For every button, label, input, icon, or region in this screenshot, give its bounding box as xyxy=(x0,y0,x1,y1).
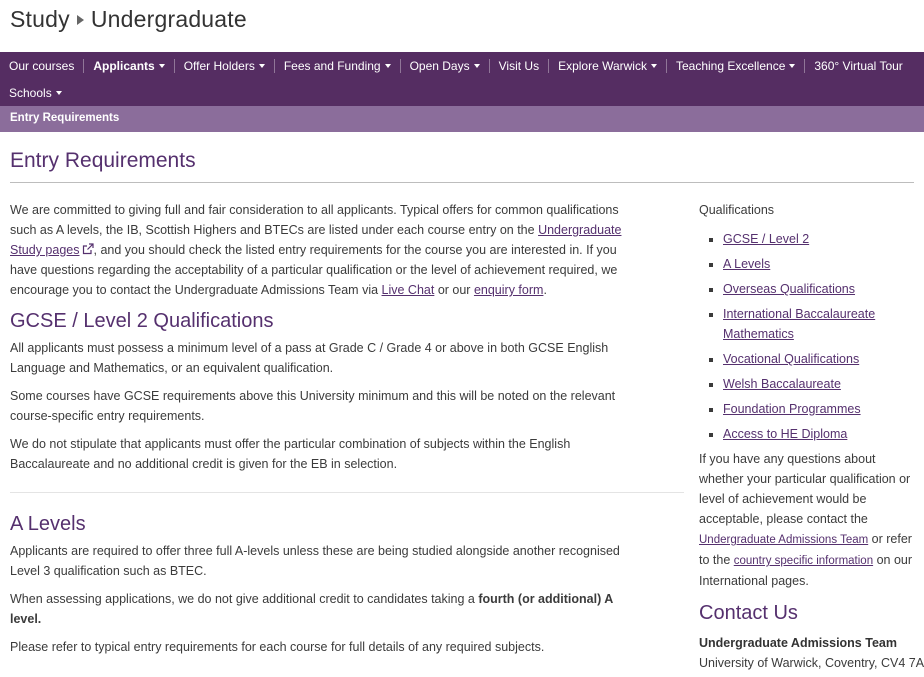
sidebar-heading: Qualifications xyxy=(699,203,775,217)
qualification-link-access-to-he-diploma[interactable]: Access to HE Diploma xyxy=(723,427,847,441)
title-divider xyxy=(10,182,914,183)
breadcrumb-undergraduate[interactable]: Undergraduate xyxy=(91,6,247,32)
nav-item-our-courses[interactable]: Our courses xyxy=(0,59,83,73)
qualification-link-a-levels[interactable]: A Levels xyxy=(723,257,770,271)
nav-item-teaching-excellence[interactable]: Teaching Excellence xyxy=(665,58,804,73)
qualification-link-international-baccalaureate-mathematics[interactable]: International Baccalaureate Mathematics xyxy=(723,307,875,341)
nav-item-explore-warwick[interactable]: Explore Warwick xyxy=(548,58,666,73)
caret-down-icon xyxy=(650,63,657,68)
breadcrumb-arrow-icon xyxy=(76,14,84,25)
sidebar: Qualifications GCSE / Level 2 A Levels Ove… xyxy=(699,200,924,673)
a-levels-text: When assessing applications, we do not g… xyxy=(10,592,479,606)
qualification-list-item: Vocational Qualifications xyxy=(723,349,915,369)
intro-text: or our xyxy=(434,283,474,297)
nav-item-label: Our courses xyxy=(9,58,75,73)
intro-text: We are committed to giving full and fair… xyxy=(10,203,619,237)
qualification-list-item: Foundation Programmes xyxy=(723,399,915,419)
nav-item-label: Explore Warwick xyxy=(558,58,647,73)
nav-item-label: Open Days xyxy=(409,58,470,73)
a-levels-heading: A Levels xyxy=(10,513,86,535)
gcse-paragraph: All applicants must possess a minimum le… xyxy=(10,341,609,375)
qualification-list-item: GCSE / Level 2 xyxy=(723,229,915,249)
qualification-link-gcse-level-2[interactable]: GCSE / Level 2 xyxy=(723,232,809,246)
nav-item-label: Visit Us xyxy=(498,58,540,73)
subnav-item-entry-requirements[interactable]: Entry Requirements xyxy=(10,112,119,124)
contact-team-name: Undergraduate Admissions Team xyxy=(699,636,897,650)
gcse-heading: GCSE / Level 2 Qualifications xyxy=(10,310,274,332)
intro-paragraph: We are committed to giving full and fair… xyxy=(10,200,630,300)
qualification-link-overseas-qualifications[interactable]: Overseas Qualifications xyxy=(723,282,855,296)
caret-down-icon xyxy=(384,63,391,68)
breadcrumb: Study Undergraduate xyxy=(10,6,247,33)
main-navigation: Our courses Applicants Offer Holders Fees a… xyxy=(0,52,924,106)
page-title: Entry Requirements xyxy=(10,149,196,172)
gcse-paragraph: We do not stipulate that applicants must… xyxy=(10,437,571,471)
a-levels-paragraph: When assessing applications, we do not g… xyxy=(10,589,630,629)
qualification-list-item: Overseas Qualifications xyxy=(723,279,915,299)
main-content: We are committed to giving full and fair… xyxy=(10,200,684,665)
nav-row-secondary: Schools xyxy=(0,79,71,106)
qualification-link-foundation-programmes[interactable]: Foundation Programmes xyxy=(723,402,861,416)
nav-item-360-virtual-tour[interactable]: 360° Virtual Tour xyxy=(804,58,911,73)
qualifications-list: GCSE / Level 2 A Levels Overseas Qualifica… xyxy=(699,229,915,444)
caret-down-icon xyxy=(158,63,165,68)
section-subnav: Entry Requirements xyxy=(0,106,924,132)
nav-item-offer-holders[interactable]: Offer Holders xyxy=(173,58,274,73)
a-levels-paragraph: Please refer to typical entry requiremen… xyxy=(10,640,545,654)
nav-item-open-days[interactable]: Open Days xyxy=(399,58,489,73)
qualification-list-item: Access to HE Diploma xyxy=(723,424,915,444)
sidebar-note-text: If you have any questions about whether … xyxy=(699,452,911,526)
nav-item-label: Fees and Funding xyxy=(283,58,381,73)
a-levels-paragraph: Applicants are required to offer three f… xyxy=(10,544,620,578)
nav-row-primary: Our courses Applicants Offer Holders Fees a… xyxy=(0,52,912,79)
nav-item-label: Teaching Excellence xyxy=(675,58,786,73)
caret-down-icon xyxy=(789,63,796,68)
caret-down-icon xyxy=(258,63,265,68)
country-specific-information-link[interactable]: country specific information xyxy=(734,555,873,567)
caret-down-icon xyxy=(473,63,480,68)
sidebar-note: If you have any questions about whether … xyxy=(699,449,915,591)
caret-down-icon xyxy=(55,90,62,95)
enquiry-form-link[interactable]: enquiry form xyxy=(474,283,543,297)
section-divider xyxy=(10,492,684,493)
qualification-list-item: A Levels xyxy=(723,254,915,274)
live-chat-link[interactable]: Live Chat xyxy=(382,283,435,297)
external-link-icon xyxy=(82,243,94,255)
qualification-list-item: Welsh Baccalaureate xyxy=(723,374,915,394)
contact-address: University of Warwick, Coventry, CV4 7AL xyxy=(699,656,924,670)
contact-heading: Contact Us xyxy=(699,602,798,624)
qualification-link-welsh-baccalaureate[interactable]: Welsh Baccalaureate xyxy=(723,377,841,391)
nav-item-schools[interactable]: Schools xyxy=(0,86,71,100)
qualification-list-item: International Baccalaureate Mathematics xyxy=(723,304,915,344)
site-header: Study Undergraduate xyxy=(0,0,924,52)
nav-item-label: Applicants xyxy=(93,58,155,73)
qualification-link-vocational-qualifications[interactable]: Vocational Qualifications xyxy=(723,352,859,366)
intro-text: . xyxy=(543,283,547,297)
nav-item-label: Schools xyxy=(9,85,52,100)
nav-item-label: Offer Holders xyxy=(183,58,255,73)
nav-item-fees-and-funding[interactable]: Fees and Funding xyxy=(273,58,400,73)
breadcrumb-study[interactable]: Study xyxy=(10,6,70,32)
nav-item-applicants[interactable]: Applicants xyxy=(83,58,173,73)
nav-item-label: 360° Virtual Tour xyxy=(814,58,903,73)
gcse-paragraph: Some courses have GCSE requirements abov… xyxy=(10,389,616,423)
admissions-team-link[interactable]: Undergraduate Admissions Team xyxy=(699,534,868,546)
nav-item-visit-us[interactable]: Visit Us xyxy=(488,58,548,73)
